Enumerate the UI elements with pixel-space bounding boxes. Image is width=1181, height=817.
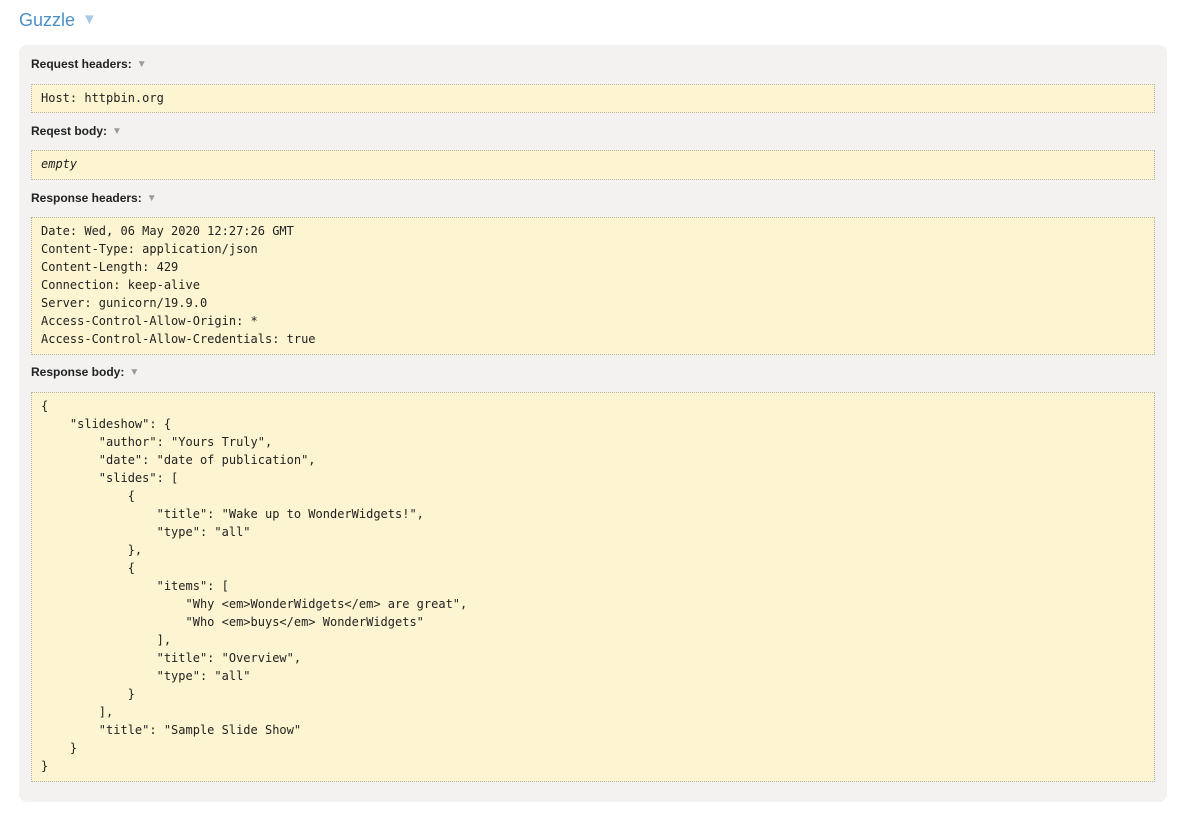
request-headers-content: Host: httpbin.org <box>31 84 1155 113</box>
panel-title-toggle[interactable]: Guzzle ▼ <box>19 8 97 32</box>
response-body-content: { "slideshow": { "author": "Yours Truly"… <box>31 392 1155 782</box>
response-body-toggle[interactable]: Response body: ▼ <box>31 364 139 380</box>
request-body-toggle[interactable]: Reqest body: ▼ <box>31 123 122 139</box>
response-headers-content: Date: Wed, 06 May 2020 12:27:26 GMT Cont… <box>31 217 1155 355</box>
request-headers-toggle[interactable]: Request headers: ▼ <box>31 56 147 72</box>
triangle-down-icon: ▼ <box>112 125 122 137</box>
triangle-down-icon: ▼ <box>136 58 147 70</box>
response-headers-toggle[interactable]: Response headers: ▼ <box>31 190 157 206</box>
triangle-down-icon: ▼ <box>146 192 157 204</box>
panel-title: Guzzle <box>19 10 76 30</box>
triangle-down-icon: ▼ <box>82 11 97 28</box>
response-body-label: Response body: <box>31 365 125 379</box>
request-headers-label: Request headers: <box>31 57 132 71</box>
request-body-label: Reqest body: <box>31 124 108 138</box>
triangle-down-icon: ▼ <box>129 366 140 378</box>
request-body-content: empty <box>31 150 1155 180</box>
guzzle-panel: Request headers: ▼ Host: httpbin.org Req… <box>19 45 1167 802</box>
response-headers-label: Response headers: <box>31 191 142 205</box>
